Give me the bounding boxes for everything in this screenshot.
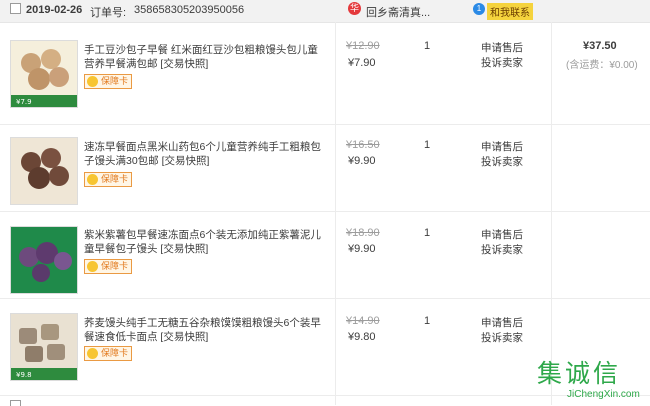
order-number: 358658305203950056 [134,4,245,16]
order-item-row: 速冻早餐面点黑米山药包6个儿童营养纯手工粗粮包子馒头满30包邮 [交易快照] 保… [0,125,650,212]
svg-text:¥9.8: ¥9.8 [16,371,32,379]
product-thumbnail[interactable]: ¥7.9 [10,40,78,108]
watermark-url: JiChengXin.com [567,389,640,400]
apply-after-sale-link[interactable]: 申请售后 [481,139,523,154]
bulb-icon [87,174,98,185]
order-number-label: 订单号: [90,7,127,19]
original-price: ¥18.90 [346,227,380,239]
order-checkbox[interactable] [10,3,21,14]
svg-text:¥7.9: ¥7.9 [16,98,32,106]
paid-price: ¥7.90 [348,57,376,69]
paid-price: ¥9.80 [348,331,376,343]
product-title-link[interactable]: 紫米紫薯包早餐速冻面点6个装无添加纯正紫薯泥儿童早餐包子馒头 [交易快照] [84,228,324,256]
quantity: 1 [424,40,431,52]
guarantee-badge[interactable]: 保障卡 [84,259,133,274]
complain-seller-link[interactable]: 投诉卖家 [481,330,523,345]
shop-name-link[interactable]: 回乡斋清真... [366,4,430,20]
complain-seller-link[interactable]: 投诉卖家 [481,242,523,257]
paid-price: ¥9.90 [348,243,376,255]
complain-seller-link[interactable]: 投诉卖家 [481,55,523,70]
bulb-icon [87,348,98,359]
complain-seller-link[interactable]: 投诉卖家 [481,154,523,169]
watermark: 集诚信 JiChengXin.com [533,354,650,405]
product-title-link[interactable]: 速冻早餐面点黑米山药包6个儿童营养纯手工粗粮包子馒头满30包邮 [交易快照] [84,140,324,168]
quantity: 1 [424,139,431,151]
product-thumbnail[interactable] [10,137,78,205]
product-thumbnail[interactable]: ¥9.8 [10,313,78,381]
bulb-icon [87,76,98,87]
guarantee-badge[interactable]: 保障卡 [84,172,133,187]
bulb-icon [87,261,98,272]
order-checkbox[interactable] [10,400,21,406]
guarantee-badge[interactable]: 保障卡 [84,74,133,89]
shipping-note: (含运费：¥0.00) [566,60,638,71]
product-thumbnail[interactable] [10,226,78,294]
original-price: ¥14.90 [346,315,380,327]
order-total: ¥37.50 [583,40,617,52]
wangwang-icon[interactable]: 1 [473,3,485,15]
product-title-link[interactable]: 荞麦馒头纯手工无糖五谷杂粮馍馍粗粮馒头6个装早餐速食低卡面点 [交易快照] [84,316,324,344]
order-header: 2019-02-26 订单号: 358658305203950056 华 回乡斋… [0,0,650,23]
apply-after-sale-link[interactable]: 申请售后 [481,315,523,330]
quantity: 1 [424,315,431,327]
shop-icon: 华 [348,2,361,15]
guarantee-badge[interactable]: 保障卡 [84,346,133,361]
original-price: ¥16.50 [346,139,380,151]
order-item-row: 紫米紫薯包早餐速冻面点6个装无添加纯正紫薯泥儿童早餐包子馒头 [交易快照] 保障… [0,212,650,299]
contact-seller-button[interactable]: 和我联系 [487,3,533,20]
original-price: ¥12.90 [346,40,380,52]
order-item-row: ¥7.9 手工豆沙包子早餐 红米面红豆沙包粗粮馒头包儿童营养早餐满包邮 [交易快… [0,22,650,125]
quantity: 1 [424,227,431,239]
paid-price: ¥9.90 [348,155,376,167]
apply-after-sale-link[interactable]: 申请售后 [481,227,523,242]
product-title-link[interactable]: 手工豆沙包子早餐 红米面红豆沙包粗粮馒头包儿童营养早餐满包邮 [交易快照] [84,43,324,71]
order-date: 2019-02-26 [26,4,83,16]
watermark-logo: 集诚信 [537,359,622,388]
apply-after-sale-link[interactable]: 申请售后 [481,40,523,55]
